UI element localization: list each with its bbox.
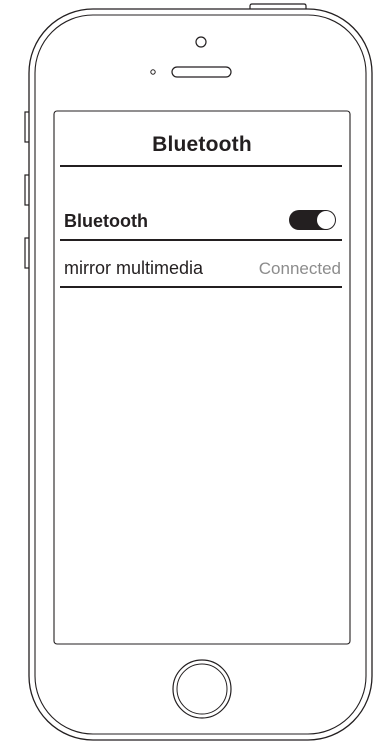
bluetooth-row-label: Bluetooth xyxy=(64,211,148,231)
screen: Bluetooth Bluetooth mirror multimedia Co… xyxy=(54,111,350,644)
nav-divider xyxy=(60,165,342,167)
device-list-item[interactable]: mirror multimedia Connected xyxy=(60,248,342,288)
bluetooth-setting-row: Bluetooth xyxy=(60,201,342,241)
row-divider xyxy=(60,239,342,241)
row-divider xyxy=(60,286,342,288)
toggle-knob xyxy=(317,211,335,229)
page-title: Bluetooth xyxy=(152,133,252,156)
bluetooth-toggle[interactable] xyxy=(289,210,336,230)
device-status: Connected xyxy=(258,259,341,278)
device-name: mirror multimedia xyxy=(64,258,204,278)
